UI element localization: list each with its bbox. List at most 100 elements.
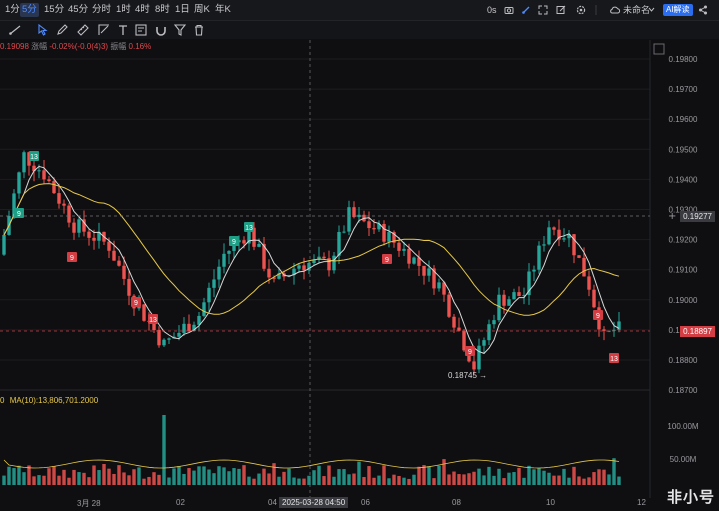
price-axis-label: 0.19800 [669,55,698,64]
edit-icon[interactable] [556,5,566,15]
candle-body [547,227,551,245]
volume-bar [542,470,546,485]
volume-bar [497,468,501,485]
volume-bar [417,466,421,485]
timeframe-4h[interactable]: 4时 [133,3,152,17]
volume-bar [472,471,476,485]
candle-body [427,268,431,276]
refresh-interval[interactable]: 0s [487,3,497,17]
text-tool-icon[interactable] [116,23,130,37]
candle-body [587,276,591,290]
td-red-label: 9 [468,349,472,356]
volume-bar [82,472,86,485]
crosshair-price-label: 0.19277 [680,211,715,222]
pencil-icon[interactable] [55,23,69,37]
volume-bar [382,465,386,485]
magnet-icon[interactable] [154,23,168,37]
volume-bar [282,471,286,485]
cursor-icon[interactable] [36,23,50,37]
volume-bar [522,477,526,485]
timeframe-week[interactable]: 周K [192,3,212,17]
candle-body [122,265,126,279]
fullscreen-icon[interactable] [538,5,548,15]
volume-bar [362,477,366,485]
candle-body [582,257,586,277]
volume-bar [352,473,356,485]
filter-icon[interactable] [173,23,187,37]
volume-bar [512,472,516,485]
chevron-down-icon[interactable] [648,7,655,13]
candle-body [502,294,506,306]
volume-bar [247,476,251,485]
volume-bar [112,473,116,485]
candle-body [517,292,521,297]
timeframe-1m[interactable]: 1分 [3,3,22,17]
volume-bar [127,475,131,485]
ruler-icon[interactable] [76,23,90,37]
candle-body [507,299,511,306]
volume-bar [437,465,441,485]
price-axis-label: 0.19100 [669,266,698,275]
measure-icon[interactable] [97,23,111,37]
candle-body [67,205,71,223]
volume-bar [242,465,246,485]
volume-bar [137,467,141,485]
candle-body [182,323,186,333]
candle-body [337,232,341,256]
brush-icon[interactable] [521,5,531,15]
timeframe-1h[interactable]: 1时 [114,3,133,17]
volume-bar [122,472,126,485]
ai-interpret-button[interactable]: AI解读 [663,4,693,16]
volume-bar [22,472,26,485]
crosshair-time-label: 2025-03-28 04:50 [279,497,349,508]
volume-bar [337,469,341,485]
volume-bar [432,478,436,485]
timeframe-8h[interactable]: 8时 [153,3,172,17]
settings-icon[interactable] [576,5,586,15]
volume-bar [452,471,456,485]
volume-bar [422,465,426,485]
trendline-icon[interactable] [8,23,22,37]
volume-bar [117,465,121,485]
volume-bar [202,466,206,485]
price-axis-label: 0.19500 [669,145,698,154]
change-label: 涨幅 [31,42,48,51]
trash-icon[interactable] [192,23,206,37]
volume-bar [142,478,146,485]
volume-bar [617,476,621,485]
volume-bar [572,466,576,485]
timeframe-45m[interactable]: 45分 [66,3,90,17]
volume-bar [302,478,306,485]
volume-bar [62,469,66,485]
candle-body [542,244,546,246]
timeframe-intraday[interactable]: 分时 [90,3,113,17]
current-price-label: 0.18897 [680,326,715,337]
candle-body [537,245,541,270]
candle-body [17,172,21,194]
share-icon[interactable] [698,5,708,15]
cloud-icon[interactable] [609,5,621,15]
price-axis-label: 0.18700 [669,386,698,395]
volume-bar [447,474,451,485]
timeframe-5m[interactable]: 5分 [20,3,39,17]
timeframe-1d[interactable]: 1日 [173,3,192,17]
layout-name[interactable]: 未命名 [623,3,650,17]
candle-body [257,243,261,247]
timeframe-15m[interactable]: 15分 [42,3,66,17]
camera-icon[interactable] [504,5,514,15]
note-icon[interactable] [134,23,148,37]
candle-body [57,193,61,204]
volume-bar [532,469,536,485]
volume-bar [407,478,411,485]
timeframe-year[interactable]: 年K [213,3,233,17]
volume-bar [182,473,186,485]
candlestick-chart[interactable]: 0.198000.197000.196000.195000.194000.193… [0,40,719,498]
candle-body [202,302,206,316]
candle-body [437,282,441,289]
candle-body [397,242,401,251]
volume-bar [237,468,241,485]
volume-bar [57,475,61,485]
volume-bar [602,469,606,485]
volume-bar [227,471,231,485]
volume-bar [12,468,16,485]
